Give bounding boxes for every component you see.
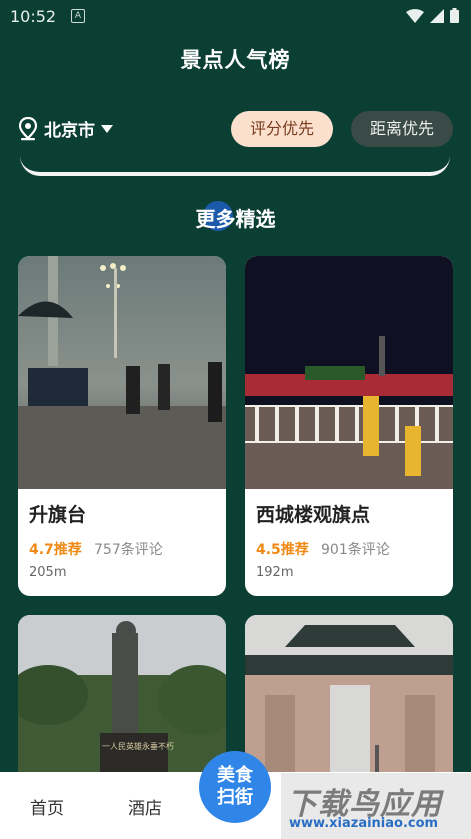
battery-icon: [450, 8, 459, 23]
chevron-down-icon: [101, 124, 113, 133]
attraction-name: 西城楼观旗点: [256, 504, 371, 526]
watermark-url: www.xiazainiao.com: [289, 816, 439, 831]
attraction-rating: 4.5推荐: [256, 542, 309, 558]
attraction-rating: 4.7推荐: [29, 542, 82, 558]
scrolled-banner-edge: [20, 148, 450, 176]
attraction-card[interactable]: 升旗台 4.7推荐 757条评论 205m: [18, 256, 226, 596]
page-title: 景点人气榜: [180, 48, 291, 72]
watermark: 下载鸟应用 www.xiazainiao.com: [281, 773, 471, 839]
attraction-review-count: 757条评论: [94, 542, 163, 558]
tab-home[interactable]: 首页: [30, 794, 64, 819]
notification-a-icon: A: [71, 9, 85, 23]
sort-by-rating-button[interactable]: 评分优先: [231, 111, 333, 147]
status-time: 10:52: [10, 7, 57, 26]
signal-icon: [430, 8, 444, 23]
food-street-scan-button[interactable]: 美食 扫街: [199, 751, 271, 823]
wifi-icon: [406, 8, 424, 23]
attraction-distance: 205m: [29, 565, 67, 580]
tab-hotel[interactable]: 酒店: [128, 794, 162, 819]
attraction-card[interactable]: 西城楼观旗点 4.5推荐 901条评论 192m: [245, 256, 453, 596]
fab-label-line2: 扫街: [217, 787, 253, 808]
fab-label-line1: 美食: [217, 765, 253, 786]
system-icons: [406, 8, 459, 23]
status-bar: 10:52 A: [0, 0, 471, 34]
attraction-distance: 192m: [256, 565, 294, 580]
section-title: 更多精选: [0, 201, 471, 232]
sort-by-distance-button[interactable]: 距离优先: [351, 111, 453, 147]
city-name: 北京市: [44, 121, 95, 141]
attraction-photo: [245, 256, 453, 489]
attraction-review-count: 901条评论: [321, 542, 390, 558]
attraction-photo: [18, 256, 226, 489]
statue-inscription: 一人民英雄永垂不朽: [102, 741, 174, 751]
city-selector[interactable]: 北京市: [18, 116, 113, 141]
location-pin-icon: [18, 116, 38, 140]
attraction-name: 升旗台: [29, 504, 87, 526]
